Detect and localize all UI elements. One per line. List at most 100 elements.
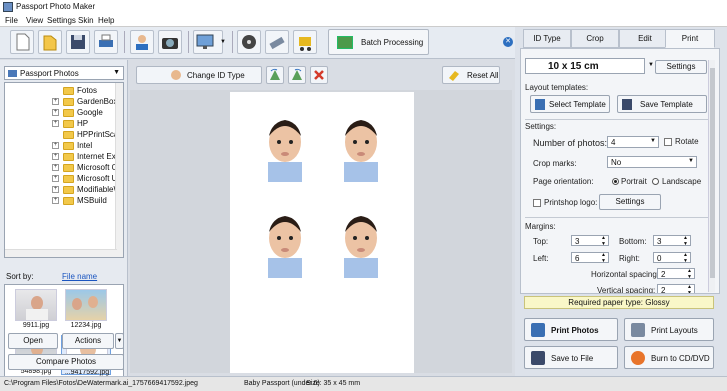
tree-vertical-scrollbar[interactable] — [115, 83, 123, 257]
landscape-label: Landscape — [662, 177, 702, 186]
rotate-right-button[interactable] — [288, 66, 306, 84]
tree-item[interactable]: + MSBuild — [5, 195, 123, 206]
close-panel-icon[interactable]: ✕ — [503, 37, 513, 47]
tab-print[interactable]: Print — [665, 29, 715, 48]
left-margin-input[interactable]: 6 ▲ ▼ — [571, 252, 609, 264]
select-template-button[interactable]: Select Template — [530, 95, 610, 113]
tab-id-type[interactable]: ID Type — [523, 29, 571, 48]
folder-select[interactable]: Passport Photos ▼ — [4, 66, 124, 80]
delete-button[interactable] — [310, 66, 328, 84]
open-file-button[interactable] — [38, 30, 62, 54]
paper-settings-button[interactable]: Settings — [655, 60, 707, 74]
printshop-settings-button[interactable]: Settings — [599, 194, 661, 210]
display-button[interactable] — [193, 30, 223, 54]
compare-photos-button[interactable]: Compare Photos — [8, 354, 124, 370]
rotate-right-icon — [292, 68, 302, 80]
spinner-arrows-icon[interactable]: ▲ ▼ — [687, 284, 692, 293]
print-layouts-button[interactable]: Print Layouts — [624, 318, 714, 341]
tree-item[interactable]: HPPrintScan — [5, 129, 123, 140]
tree-item[interactable]: + Internet Exp — [5, 151, 123, 162]
horizontal-spacing-input[interactable]: 2 ▲ ▼ — [657, 268, 695, 280]
sort-by-link[interactable]: File name — [62, 272, 97, 281]
top-margin-input[interactable]: 3 ▲ ▼ — [571, 235, 609, 247]
burn-cd-button[interactable]: Burn to CD/DVD — [624, 346, 714, 369]
menu-view[interactable]: View — [26, 16, 43, 25]
portrait-radio[interactable] — [612, 178, 619, 185]
save-template-button[interactable]: Save Template — [617, 95, 707, 113]
tree-item[interactable]: + Google — [5, 107, 123, 118]
expand-icon[interactable]: + — [52, 164, 59, 171]
landscape-radio[interactable] — [652, 178, 659, 185]
spinner-arrows-icon[interactable]: ▲ ▼ — [683, 235, 688, 247]
expand-icon[interactable]: + — [52, 120, 59, 127]
chevron-down-icon[interactable]: ▼ — [220, 39, 226, 45]
chevron-down-icon[interactable]: ▼ — [648, 62, 654, 68]
scrollbar-thumb[interactable] — [710, 68, 715, 278]
orientation-label: Page orientation: — [533, 177, 594, 186]
tools-button[interactable] — [265, 30, 289, 54]
right-margin-input[interactable]: 0 ▲ ▼ — [653, 252, 691, 264]
open-button[interactable]: Open — [8, 333, 58, 349]
toolbar-divider — [232, 31, 233, 53]
portrait-label: Portrait — [621, 177, 647, 186]
actions-dropdown-icon[interactable]: ▼ — [115, 333, 124, 349]
settings-scrollbar[interactable] — [708, 60, 715, 292]
expand-icon[interactable]: + — [52, 197, 59, 204]
menu-file[interactable]: File — [5, 16, 18, 25]
num-photos-select[interactable]: 4 ▼ — [607, 136, 659, 148]
tab-crop[interactable]: Crop — [571, 29, 619, 48]
person-button[interactable] — [130, 30, 154, 54]
folder-icon — [63, 186, 74, 194]
menu-settings[interactable]: Settings — [47, 16, 76, 25]
rotate-checkbox[interactable] — [664, 138, 672, 146]
tree-item[interactable]: Fotos — [5, 85, 123, 96]
crop-marks-select[interactable]: No ▼ — [607, 156, 697, 168]
thumbnail-image — [15, 289, 57, 321]
spinner-arrows-icon[interactable]: ▲ ▼ — [687, 268, 692, 280]
main-toolbar: ▼ Batch Processing — [0, 27, 515, 59]
expand-icon[interactable]: + — [52, 109, 59, 116]
vertical-spacing-input[interactable]: 2 ▲ ▼ — [657, 284, 695, 293]
actions-button[interactable]: Actions — [62, 333, 114, 349]
print-photos-button[interactable]: Print Photos — [524, 318, 618, 341]
tree-item-label: Intel — [77, 141, 93, 150]
rotate-left-button[interactable] — [266, 66, 284, 84]
cart-button[interactable] — [293, 30, 317, 54]
tree-item[interactable]: + Microsoft Up — [5, 173, 123, 184]
save-to-file-button[interactable]: Save to File — [524, 346, 618, 369]
tree-item[interactable]: + Intel — [5, 140, 123, 151]
tree-item[interactable]: + ModifiableW — [5, 184, 123, 195]
reset-all-button[interactable]: Reset All — [442, 66, 500, 84]
change-id-type-button[interactable]: Change ID Type — [136, 66, 262, 84]
menu-help[interactable]: Help — [98, 16, 114, 25]
crop-marks-value: No — [611, 158, 622, 167]
expand-icon[interactable]: + — [52, 153, 59, 160]
thumbnail-item[interactable]: 12234.jpg — [61, 289, 111, 329]
spinner-arrows-icon[interactable]: ▲ ▼ — [601, 235, 606, 247]
spinner-arrows-icon[interactable]: ▲ ▼ — [683, 252, 688, 264]
save-button[interactable] — [66, 30, 90, 54]
thumbnail-item[interactable]: 9911.jpg — [11, 289, 61, 329]
title-bar: Passport Photo Maker — [0, 0, 727, 15]
tab-edit[interactable]: Edit — [619, 29, 671, 48]
expand-icon[interactable]: + — [52, 98, 59, 105]
expand-icon[interactable]: + — [52, 175, 59, 182]
tree-horizontal-scrollbar[interactable] — [5, 249, 117, 257]
tree-item[interactable]: + GardenBox3I — [5, 96, 123, 107]
batch-processing-button[interactable]: Batch Processing — [328, 29, 429, 55]
tree-item[interactable]: + Microsoft Of — [5, 162, 123, 173]
tree-item[interactable]: + HP — [5, 118, 123, 129]
printshop-logo-checkbox[interactable] — [533, 199, 541, 207]
paper-size-select[interactable]: 10 x 15 cm — [525, 58, 645, 74]
spinner-arrows-icon[interactable]: ▲ ▼ — [601, 252, 606, 264]
print-button[interactable] — [94, 30, 118, 54]
expand-icon[interactable]: + — [52, 186, 59, 193]
camera-button[interactable] — [158, 30, 182, 54]
film-button[interactable] — [237, 30, 261, 54]
expand-icon[interactable]: + — [52, 142, 59, 149]
menu-skin[interactable]: Skin — [78, 16, 94, 25]
bottom-margin-input[interactable]: 3 ▲ ▼ — [653, 235, 691, 247]
tree-item-label: Internet Exp — [77, 152, 121, 161]
new-file-button[interactable] — [10, 30, 34, 54]
divider — [525, 217, 715, 218]
